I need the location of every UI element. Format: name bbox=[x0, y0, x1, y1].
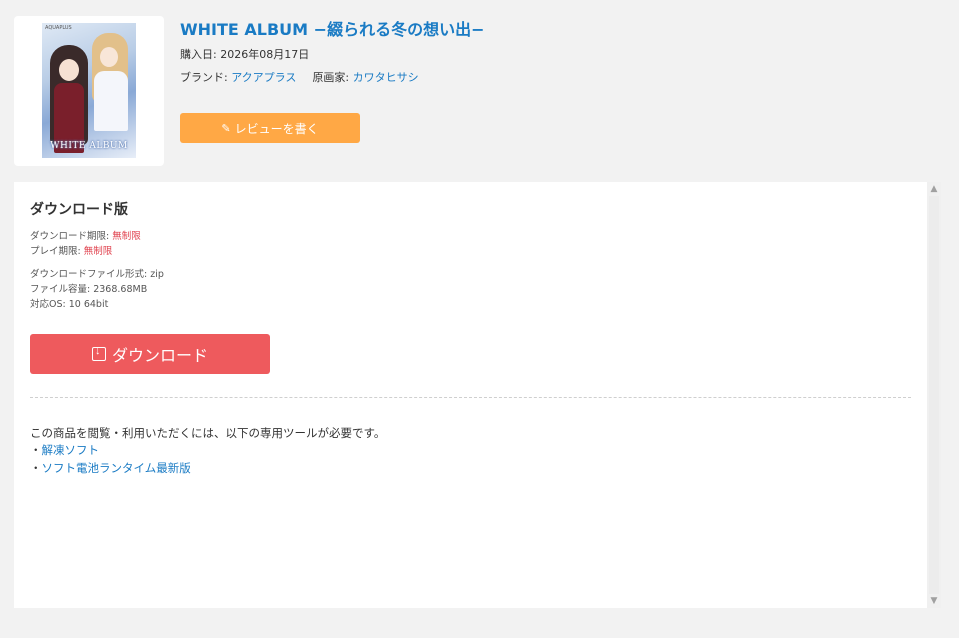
tool-link-runtime[interactable]: ソフト電池ランタイム最新版 bbox=[42, 461, 191, 475]
scroll-down-icon[interactable]: ▼ bbox=[927, 594, 941, 608]
scrollbar-thumb[interactable] bbox=[929, 196, 939, 594]
download-button[interactable]: ダウンロード bbox=[30, 334, 270, 374]
page: AQUAPLUS WHITE ALBUM WHITE ALBUM −綴られる冬の… bbox=[0, 0, 959, 638]
purchase-date-label: 購入日: bbox=[180, 48, 221, 61]
file-format: ダウンロードファイル形式: zip bbox=[30, 269, 164, 280]
required-tools-notice: この商品を閲覧・利用いただくには、以下の専用ツールが必要です。 bbox=[30, 426, 386, 440]
cover-image[interactable]: AQUAPLUS WHITE ALBUM bbox=[42, 23, 136, 158]
artist-link[interactable]: カワタヒサシ bbox=[353, 71, 419, 84]
cover-figure-face-left bbox=[59, 59, 79, 81]
purchase-date: 2026年08月17日 bbox=[220, 48, 310, 61]
download-panel: ダウンロード版 ダウンロード期限: 無制限 プレイ期限: 無制限 ダウンロードフ… bbox=[14, 182, 927, 608]
tool-item: ・解凍ソフト bbox=[30, 442, 99, 458]
product-title[interactable]: WHITE ALBUM −綴られる冬の想い出− bbox=[180, 16, 484, 40]
product-cover[interactable]: AQUAPLUS WHITE ALBUM bbox=[14, 16, 164, 166]
cover-figure-face-right bbox=[100, 47, 118, 67]
download-section-title: ダウンロード版 bbox=[30, 202, 128, 218]
bullet: ・ bbox=[30, 443, 42, 457]
brand-row: ブランド: アクアプラス 原画家: カワタヒサシ bbox=[180, 69, 419, 85]
play-limit-row: プレイ期限: 無制限 bbox=[30, 243, 112, 257]
play-limit-label: プレイ期限: bbox=[30, 246, 84, 257]
cover-publisher-mark: AQUAPLUS bbox=[45, 25, 72, 31]
supported-os: 対応OS: 10 64bit bbox=[30, 299, 109, 310]
play-limit-value: 無制限 bbox=[83, 246, 113, 257]
tool-link-unzip[interactable]: 解凍ソフト bbox=[42, 443, 100, 457]
tool-item: ・ソフト電池ランタイム最新版 bbox=[30, 460, 191, 476]
bullet: ・ bbox=[30, 461, 42, 475]
write-review-label: レビューを書く bbox=[234, 121, 319, 136]
write-review-button[interactable]: ✎ レビューを書く bbox=[180, 113, 360, 143]
download-limit-label: ダウンロード期限: bbox=[30, 231, 113, 242]
panel-scrollbar[interactable]: ▲ ▼ bbox=[927, 182, 941, 608]
download-button-label: ダウンロード bbox=[111, 348, 208, 365]
cover-figure-dress-right bbox=[94, 71, 128, 131]
purchase-date-row: 購入日: 2026年08月17日 bbox=[180, 46, 309, 62]
download-limit-row: ダウンロード期限: 無制限 bbox=[30, 228, 141, 242]
pencil-icon: ✎ bbox=[221, 122, 231, 135]
brand-link[interactable]: アクアプラス bbox=[231, 71, 296, 84]
section-divider bbox=[30, 397, 911, 398]
artist-label: 原画家: bbox=[312, 71, 353, 84]
download-limit-value: 無制限 bbox=[112, 231, 141, 242]
download-icon bbox=[91, 345, 106, 361]
file-size: ファイル容量: 2368.68MB bbox=[30, 284, 148, 295]
scroll-up-icon[interactable]: ▲ bbox=[927, 182, 941, 196]
cover-logo: WHITE ALBUM bbox=[50, 141, 128, 151]
brand-label: ブランド: bbox=[180, 71, 232, 84]
